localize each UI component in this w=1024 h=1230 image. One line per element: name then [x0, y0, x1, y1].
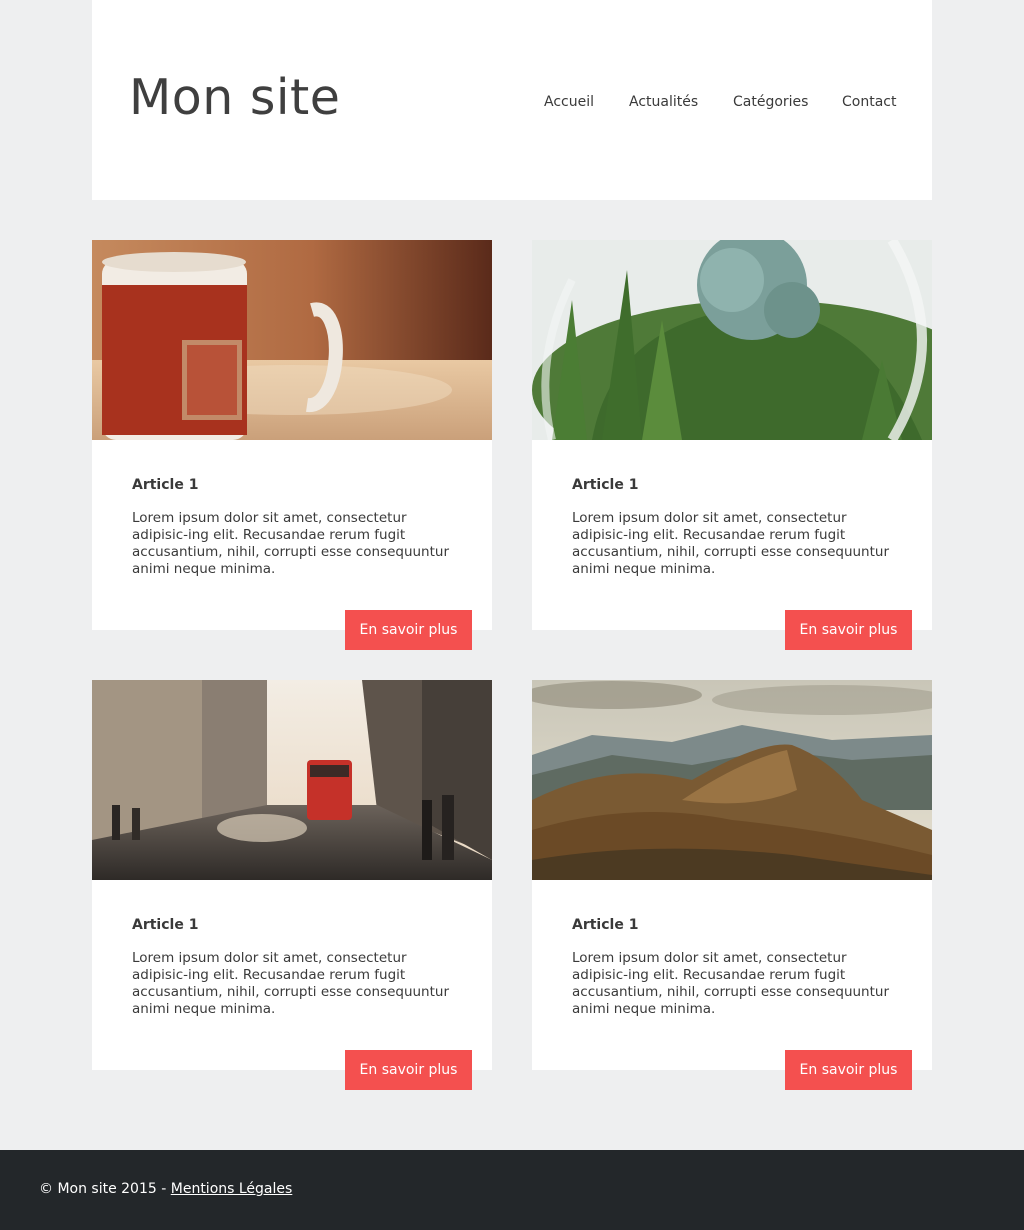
- footer-text: © Mon site 2015 - Mentions Légales: [39, 1180, 292, 1198]
- article-excerpt: Lorem ipsum dolor sit amet, consectetur …: [572, 510, 890, 577]
- article-card: Article 1 Lorem ipsum dolor sit amet, co…: [92, 680, 492, 1090]
- article-title[interactable]: Article 1: [132, 916, 198, 934]
- article-title[interactable]: Article 1: [572, 476, 638, 494]
- mountain-landscape-photo[interactable]: [532, 680, 932, 880]
- coffee-mug-photo[interactable]: [92, 240, 492, 440]
- nav-link-actualites[interactable]: Actualités: [629, 92, 698, 112]
- article-card: Article 1 Lorem ipsum dolor sit amet, co…: [92, 240, 492, 650]
- read-more-button[interactable]: En savoir plus: [345, 1050, 472, 1090]
- read-more-button[interactable]: En savoir plus: [785, 1050, 912, 1090]
- site-header: Mon site Accueil Actualités Catégories C…: [92, 0, 932, 200]
- article-excerpt: Lorem ipsum dolor sit amet, consectetur …: [132, 510, 450, 577]
- copyright-text: © Mon site 2015 -: [39, 1181, 171, 1197]
- article-card: Article 1 Lorem ipsum dolor sit amet, co…: [532, 680, 932, 1090]
- nav-link-contact[interactable]: Contact: [842, 92, 896, 112]
- article-title[interactable]: Article 1: [572, 916, 638, 934]
- main-nav: Accueil Actualités Catégories Contact: [92, 92, 932, 112]
- article-excerpt: Lorem ipsum dolor sit amet, consectetur …: [132, 950, 450, 1017]
- site-footer: © Mon site 2015 - Mentions Légales: [0, 1150, 1024, 1230]
- city-street-photo[interactable]: [92, 680, 492, 880]
- succulent-terrarium-photo[interactable]: [532, 240, 932, 440]
- nav-link-accueil[interactable]: Accueil: [544, 92, 594, 112]
- read-more-button[interactable]: En savoir plus: [785, 610, 912, 650]
- nav-link-categories[interactable]: Catégories: [733, 92, 808, 112]
- read-more-button[interactable]: En savoir plus: [345, 610, 472, 650]
- legal-notice-link[interactable]: Mentions Légales: [171, 1181, 293, 1197]
- article-excerpt: Lorem ipsum dolor sit amet, consectetur …: [572, 950, 890, 1017]
- article-card: Article 1 Lorem ipsum dolor sit amet, co…: [532, 240, 932, 650]
- article-title[interactable]: Article 1: [132, 476, 198, 494]
